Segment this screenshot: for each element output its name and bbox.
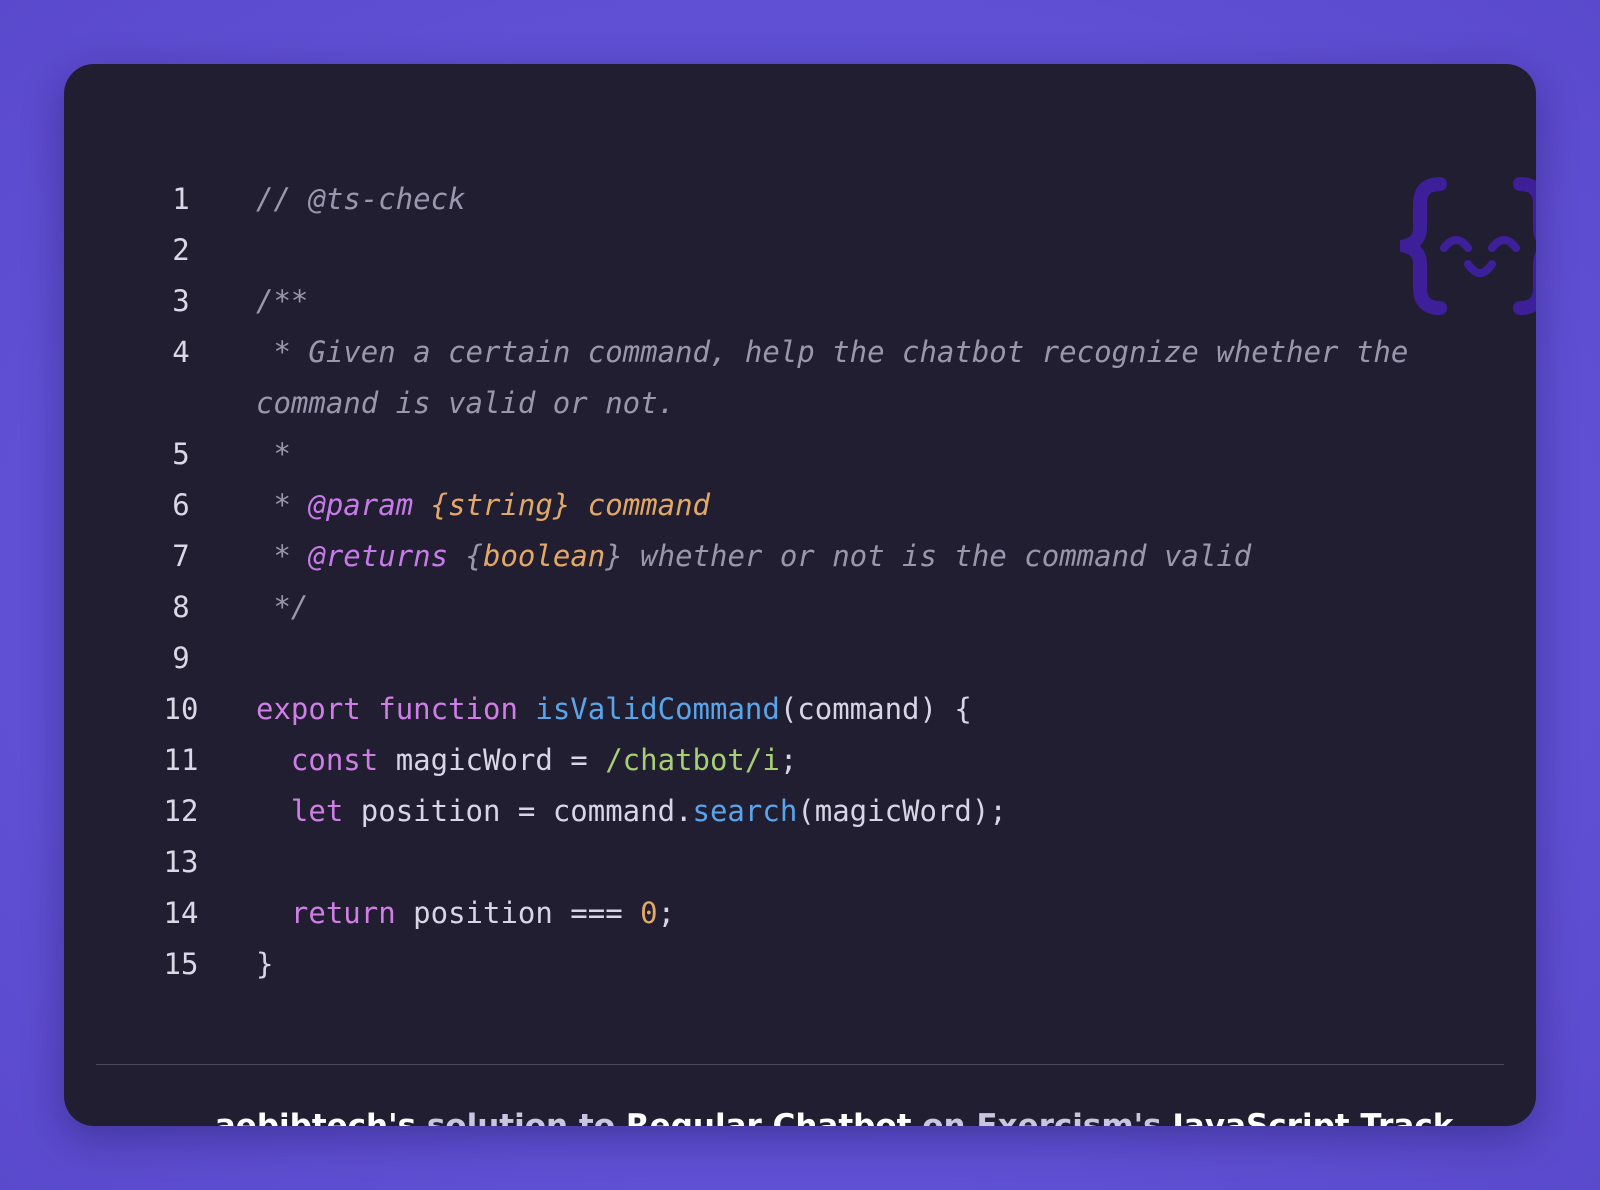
comment: /** bbox=[256, 284, 309, 318]
keyword: const bbox=[290, 743, 379, 777]
line-number: 12 bbox=[163, 794, 199, 828]
number-literal: 0 bbox=[640, 896, 658, 930]
keyword: export bbox=[256, 692, 361, 726]
line-number: 4 bbox=[172, 335, 190, 369]
code-card: 1 // @ts-check 2 3 /** 4 * Given a certa… bbox=[64, 64, 1536, 1126]
jsdoc-type: {string} bbox=[430, 488, 571, 522]
method-name: search bbox=[692, 794, 798, 828]
line-number: 7 bbox=[172, 539, 190, 573]
code-line: 10 export function isValidCommand(comman… bbox=[64, 684, 1536, 735]
line-number: 15 bbox=[163, 947, 199, 981]
line-number: 14 bbox=[163, 896, 199, 930]
code-line: 6 * @param {string} command bbox=[64, 480, 1536, 531]
comment: */ bbox=[256, 590, 309, 624]
jsdoc-param-name: command bbox=[587, 488, 710, 522]
user-avatar[interactable] bbox=[135, 1094, 199, 1126]
keyword: function bbox=[378, 692, 518, 726]
username[interactable]: aebibtech's bbox=[215, 1108, 416, 1126]
footer-text: on bbox=[911, 1108, 977, 1126]
keyword: let bbox=[290, 794, 344, 828]
code-line: 7 * @returns {boolean} whether or not is… bbox=[64, 531, 1536, 582]
jsdoc-type: boolean bbox=[483, 539, 606, 573]
code-line: 4 * Given a certain command, help the ch… bbox=[64, 327, 1536, 429]
platform-name[interactable]: Exercism's bbox=[976, 1108, 1161, 1126]
code-line: 5 * bbox=[64, 429, 1536, 480]
code-line: 1 // @ts-check bbox=[64, 174, 1536, 225]
line-number: 11 bbox=[163, 743, 199, 777]
footer-text: solution to bbox=[416, 1108, 626, 1126]
line-number: 10 bbox=[163, 692, 199, 726]
function-name: isValidCommand bbox=[535, 692, 780, 726]
exercise-name[interactable]: Regular Chatbot bbox=[626, 1108, 912, 1126]
comment: * bbox=[256, 437, 291, 471]
jsdoc-tag: @param bbox=[308, 488, 414, 522]
line-number: 13 bbox=[163, 845, 199, 879]
attribution-footer: aebibtech's solution to Regular Chatbot … bbox=[64, 1093, 1536, 1126]
line-number: 5 bbox=[172, 437, 190, 471]
line-number: 2 bbox=[172, 233, 190, 267]
comment: // @ts-check bbox=[256, 182, 466, 216]
code-line: 3 /** bbox=[64, 276, 1536, 327]
keyword: return bbox=[290, 896, 396, 930]
code-line: 8 */ bbox=[64, 582, 1536, 633]
footer-divider bbox=[96, 1064, 1504, 1065]
line-number: 9 bbox=[172, 641, 190, 675]
code-line: 12 let position = command.search(magicWo… bbox=[64, 786, 1536, 837]
code-line: 14 return position === 0; bbox=[64, 888, 1536, 939]
jsdoc-tag: @returns bbox=[308, 539, 449, 573]
line-number: 1 bbox=[172, 182, 190, 216]
code-line: 11 const magicWord = /chatbot/i; bbox=[64, 735, 1536, 786]
code-line: 2 bbox=[64, 225, 1536, 276]
code-line: 15 } bbox=[64, 939, 1536, 990]
line-number: 3 bbox=[172, 284, 190, 318]
code-line: 9 bbox=[64, 633, 1536, 684]
comment: * Given a certain command, help the chat… bbox=[256, 335, 1426, 420]
line-number: 6 bbox=[172, 488, 190, 522]
track-name[interactable]: JavaScript Track. bbox=[1162, 1108, 1465, 1126]
regex-literal: /chatbot/i bbox=[605, 743, 780, 777]
code-block: 1 // @ts-check 2 3 /** 4 * Given a certa… bbox=[64, 174, 1536, 990]
code-line: 13 bbox=[64, 837, 1536, 888]
comment: whether or not is the command valid bbox=[622, 539, 1252, 573]
line-number: 8 bbox=[172, 590, 190, 624]
